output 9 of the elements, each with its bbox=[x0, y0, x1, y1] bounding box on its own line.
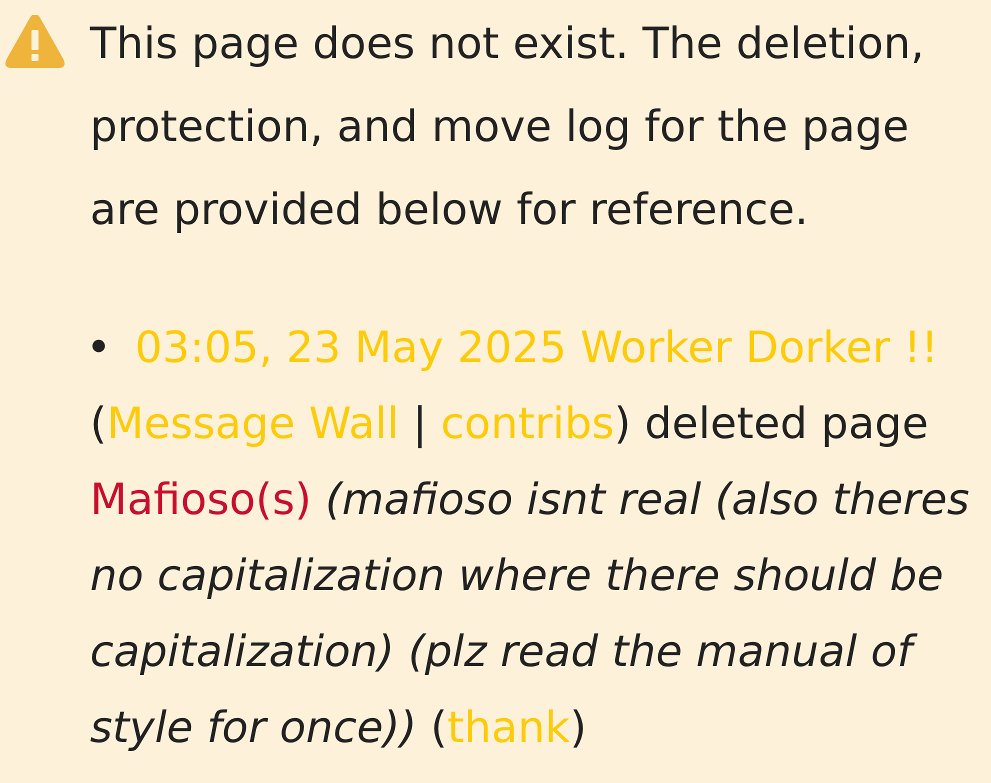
missing-page-link[interactable]: Mafioso(s) bbox=[90, 475, 312, 525]
timestamp-link[interactable]: 03:05, 23 May 2025 bbox=[135, 323, 567, 373]
thank-link[interactable]: thank bbox=[447, 703, 570, 753]
warning-icon bbox=[5, 15, 65, 68]
username-link[interactable]: Worker Dorker !! bbox=[580, 323, 938, 373]
user-tool-link[interactable]: contribs bbox=[440, 399, 614, 449]
notice-text: This page does not exist. The deletion, protection, and move log for the page are provided below for reference. bbox=[90, 18, 926, 237]
log-list-item: • 03:05, 23 May 2025 Worker Dorker !! (Message Wall | contribs) deleted page Mafioso(s) (mafioso isnt real (also theres no capitalization where there should be capitalization) (plz read the manual of style for once)) (thank) bbox=[90, 322, 970, 755]
user-tool-link[interactable]: Message Wall bbox=[106, 399, 399, 449]
